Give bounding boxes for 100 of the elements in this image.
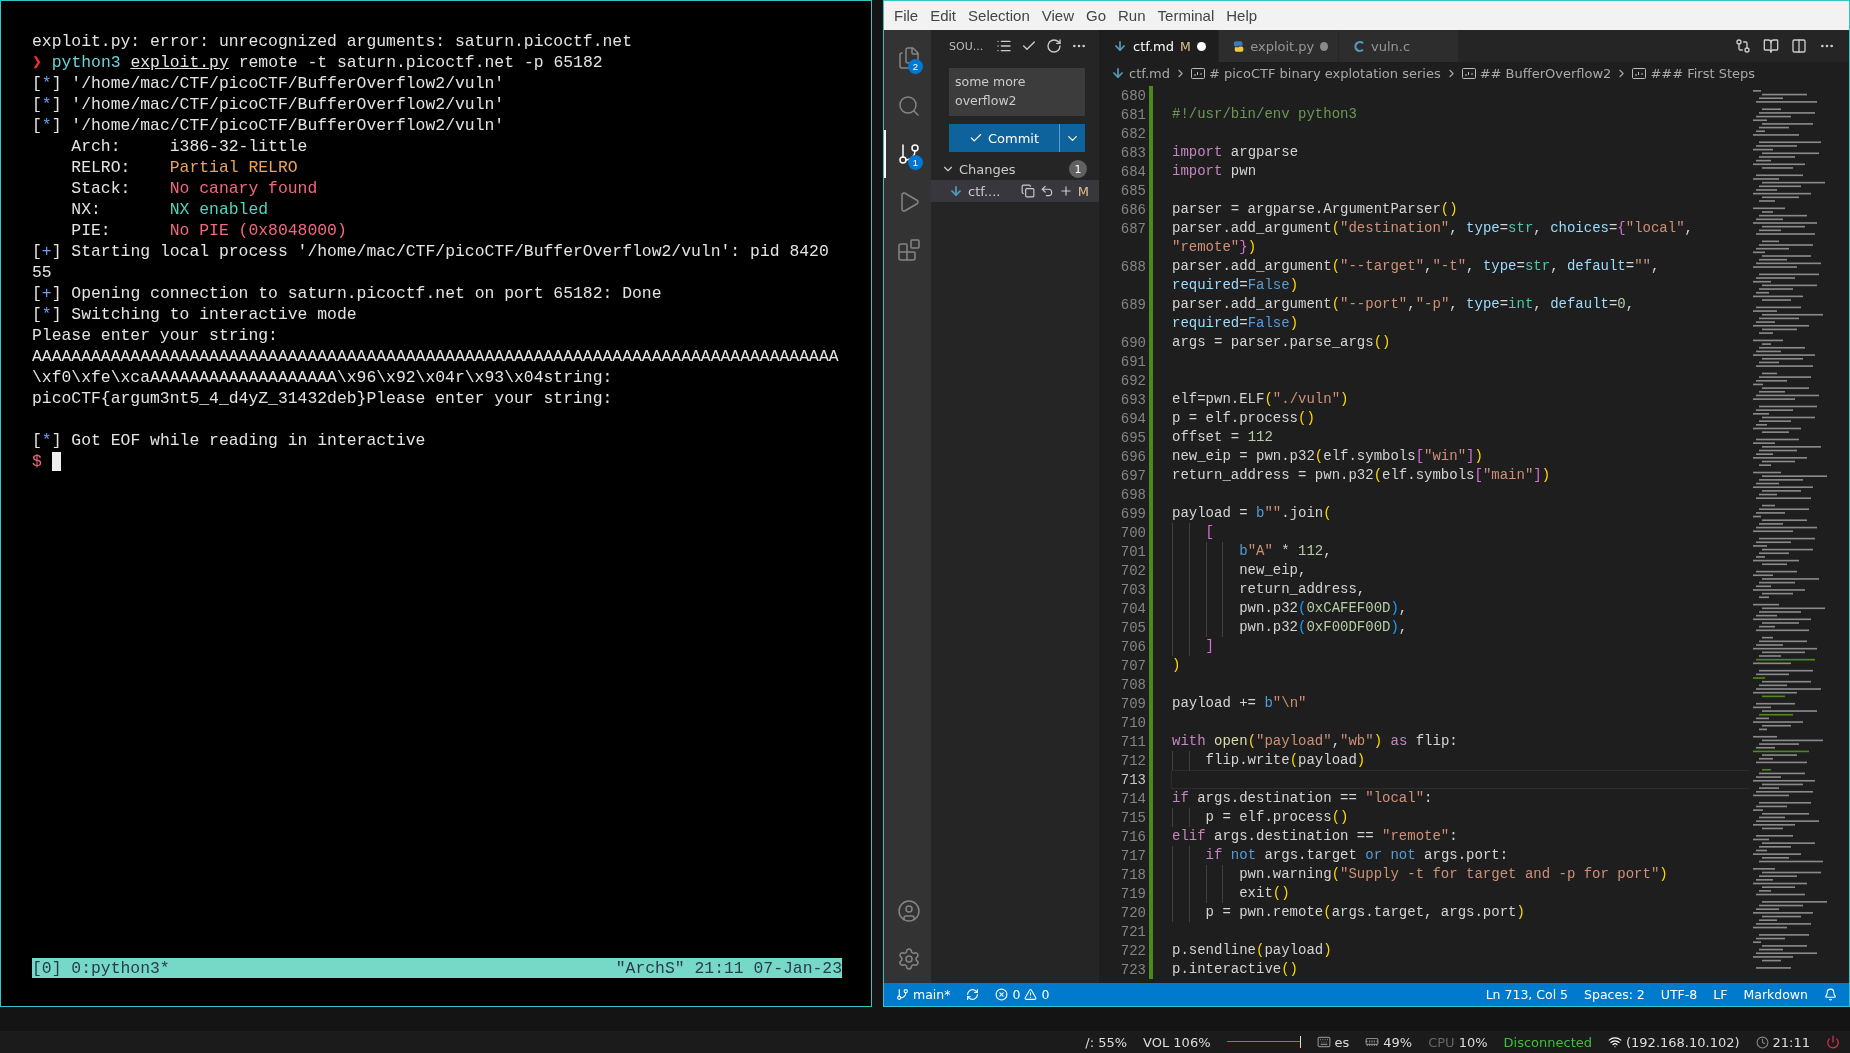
menu-item[interactable]: File [888, 7, 925, 24]
split-editor-icon[interactable] [1791, 38, 1807, 54]
code-line: required=False) [1172, 276, 1299, 295]
terminal-line: [*] '/home/mac/CTF/picoCTF/BufferOverflow2/vuln' [32, 94, 505, 115]
line-number: 696 [1119, 448, 1146, 465]
notifications-icon[interactable] [1824, 988, 1837, 1001]
line-number: 691 [1119, 353, 1146, 370]
compare-icon[interactable] [1735, 38, 1751, 54]
count-badge: 1 [1069, 160, 1087, 178]
line-number: 703 [1119, 581, 1146, 598]
line-number: 717 [1119, 847, 1146, 864]
terminal-line: exploit.py: error: unrecognized arguments: saturn.picoctf.net [32, 31, 632, 52]
breadcrumb-item[interactable]: ### First Steps [1650, 65, 1756, 81]
editor-tab[interactable]: ctf.md M [1099, 30, 1219, 62]
python-file-icon [1233, 39, 1245, 53]
terminal-line: [+] Opening connection to saturn.picoctf.net on port 65182: Done [32, 283, 662, 304]
code-line: p = elf.process() [1172, 409, 1315, 428]
keyboard-layout: es [1316, 1034, 1350, 1050]
line-number: 685 [1119, 182, 1146, 199]
line-number: 694 [1119, 410, 1146, 427]
power-icon[interactable] [1826, 1035, 1840, 1049]
line-number: 713 [1119, 771, 1146, 788]
line-number: 680 [1119, 87, 1146, 104]
terminal-line: picoCTF{argum3nt5_4_d4yZ_31432deb}Please enter your string: [32, 388, 613, 409]
menu-item[interactable]: Terminal [1151, 7, 1221, 24]
menu-item[interactable]: Edit [924, 7, 963, 24]
status-item[interactable]: UTF-8 [1660, 987, 1698, 1002]
breadcrumb-item[interactable]: ctf.md [1129, 65, 1170, 81]
open-file-icon[interactable] [1020, 184, 1035, 198]
unsaved-dot [1320, 41, 1328, 51]
volume-bar[interactable] [1226, 1036, 1301, 1048]
line-number: 698 [1119, 486, 1146, 503]
menu-item[interactable]: Help [1220, 7, 1264, 24]
code-line: #!/usr/bin/env python3 [1172, 105, 1357, 124]
breadcrumb-item[interactable]: # picoCTF binary explotation series [1208, 65, 1441, 81]
refresh-icon[interactable] [1046, 38, 1063, 54]
markdown-file-icon [1113, 39, 1127, 53]
code-line: payload = b"".join( [1172, 504, 1332, 523]
discard-icon[interactable] [1039, 184, 1054, 198]
menu-item[interactable]: Go [1080, 7, 1112, 24]
menu-item[interactable]: View [1035, 7, 1080, 24]
line-number: 711 [1119, 733, 1146, 750]
terminal-line: RELRO: Partial RELRO [70, 157, 298, 178]
keyboard-icon [1316, 1035, 1331, 1049]
editor-tab[interactable]: exploit.py [1219, 30, 1339, 62]
branch-indicator[interactable]: main* [896, 987, 951, 1002]
line-number: 702 [1119, 562, 1146, 579]
line-number: 720 [1119, 904, 1146, 921]
clock: 21:11 [1755, 1034, 1810, 1050]
sync-icon[interactable] [966, 988, 980, 1001]
line-number: 684 [1119, 163, 1146, 180]
line-number: 704 [1119, 600, 1146, 617]
error-icon [995, 988, 1009, 1001]
line-number: 682 [1119, 125, 1146, 142]
terminal-line: \xf0\xfe\xcaAAAAAAAAAAAAAAAAAAA\x96\x92\x04r\x93\x04string: [32, 367, 613, 388]
status-item[interactable]: Markdown [1743, 987, 1808, 1002]
commit-message-field[interactable]: some more overflow2 [949, 68, 1085, 116]
changes-section-header[interactable]: Changes 1 [931, 158, 1099, 180]
line-number: 681 [1119, 106, 1146, 123]
code-line: parser = argparse.ArgumentParser() [1172, 200, 1458, 219]
editor-tab[interactable]: vuln.c [1339, 30, 1459, 62]
code-line: elif args.destination == "remote": [1172, 827, 1458, 846]
status-item[interactable]: Spaces: 2 [1584, 987, 1645, 1002]
section-label: Changes [959, 161, 1017, 177]
menu-item[interactable]: Run [1112, 7, 1152, 24]
settings-icon [896, 947, 921, 971]
code-line: args = parser.parse_args() [1172, 333, 1391, 352]
code-line: payload += b"\n" [1172, 694, 1307, 713]
line-number: 707 [1119, 657, 1146, 674]
status-item[interactable]: LF [1713, 987, 1728, 1002]
memory-icon [1365, 1035, 1380, 1049]
code-line: p.interactive() [1172, 960, 1299, 979]
account-icon [896, 899, 921, 923]
problems-indicator[interactable]: 0 0 [995, 987, 1050, 1002]
terminal-line: Stack: No canary found [70, 178, 318, 199]
menu-item[interactable]: Selection [962, 7, 1036, 24]
plus-icon[interactable] [1058, 184, 1073, 198]
line-number: 723 [1119, 961, 1146, 978]
terminal-line: NX: NX enabled [70, 199, 269, 220]
unsaved-dot [1196, 41, 1206, 51]
tmux-host-time: "ArchS" 21:11 07-Jan-23 [615, 958, 842, 978]
line-number: 708 [1119, 676, 1146, 693]
code-line: import pwn [1172, 162, 1257, 181]
line-number: 683 [1119, 144, 1146, 161]
terminal-line: [*] '/home/mac/CTF/picoCTF/BufferOverflow2/vuln' [32, 115, 505, 136]
status-item[interactable]: Ln 713, Col 5 [1485, 987, 1569, 1002]
cpu-label: CPU [1428, 1034, 1455, 1050]
changed-file-item[interactable]: ctf.... M [931, 180, 1099, 202]
terminal-line: Please enter your string: [32, 325, 278, 346]
disk-usage: /: 55% [1085, 1034, 1128, 1050]
terminal-line: [*] Got EOF while reading in interactive [32, 430, 426, 451]
line-number: 687 [1119, 220, 1146, 237]
line-number: 706 [1119, 638, 1146, 655]
preview-icon[interactable] [1763, 38, 1779, 54]
list-icon[interactable] [996, 38, 1013, 54]
breadcrumb-item[interactable]: ## BufferOverflow2 [1479, 65, 1612, 81]
line-number: 692 [1119, 372, 1146, 389]
file-name: ctf.... [968, 183, 1002, 199]
line-number: 695 [1119, 429, 1146, 446]
activity-bar-button[interactable]: 2 [884, 34, 931, 82]
